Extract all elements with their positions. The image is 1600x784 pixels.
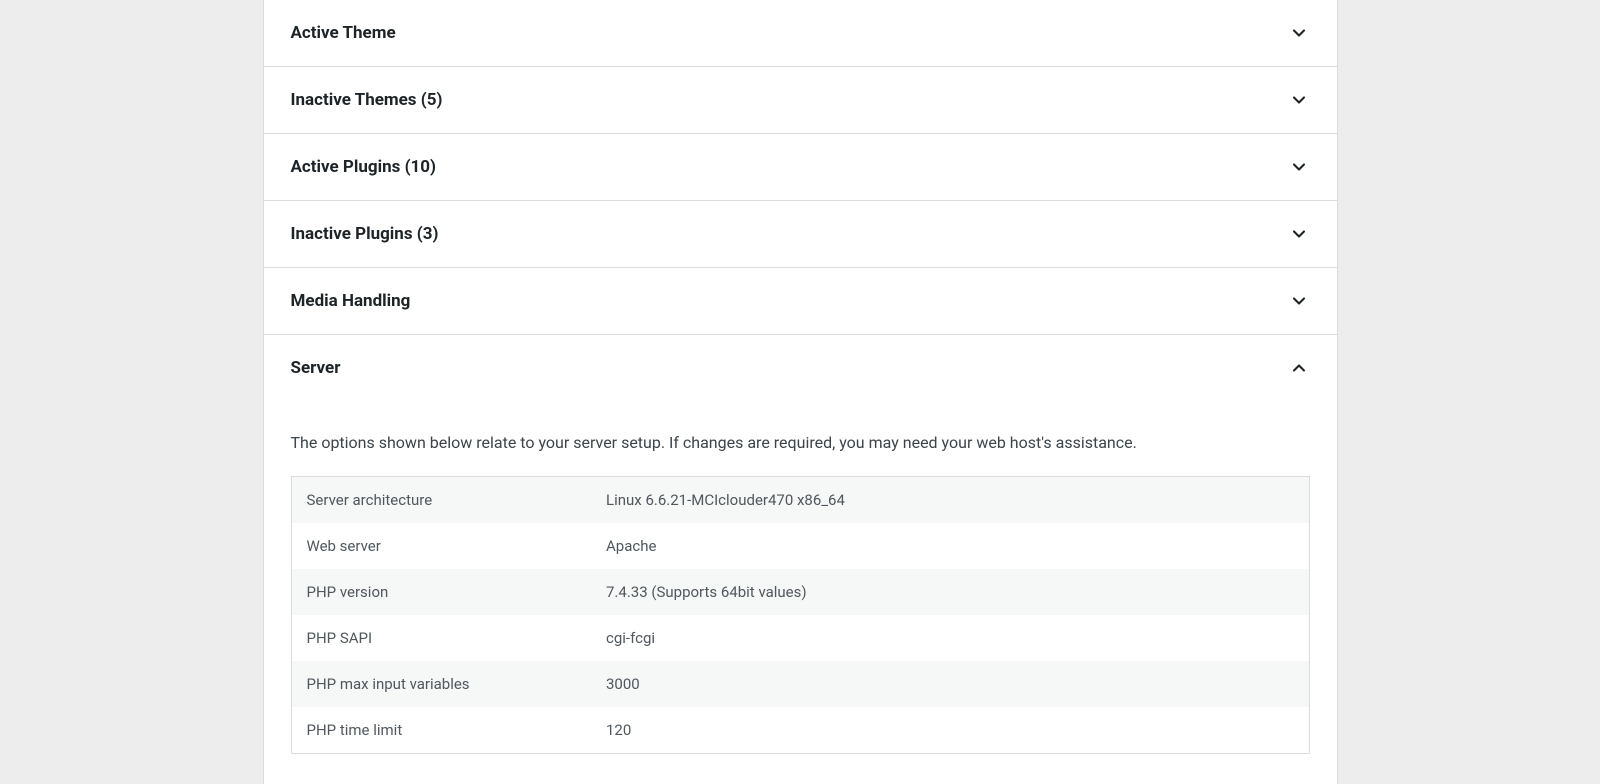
table-row: Web serverApache [291,523,1309,569]
chevron-down-icon [1288,22,1310,44]
info-label: PHP SAPI [291,615,591,661]
panel-title: Inactive Plugins (3) [291,224,439,244]
info-label: PHP max input variables [291,661,591,707]
table-row: PHP max input variables3000 [291,661,1309,707]
info-label: PHP time limit [291,707,591,754]
info-label: PHP version [291,569,591,615]
panel-description: The options shown below relate to your s… [291,401,1310,476]
chevron-down-icon [1288,290,1310,312]
info-value: 3000 [591,661,1309,707]
chevron-down-icon [1288,89,1310,111]
site-health-info-list: Active Theme Inactive Themes (5) Active … [263,0,1338,784]
panel-server-body: The options shown below relate to your s… [264,401,1337,784]
panel-inactive-themes-header[interactable]: Inactive Themes (5) [264,67,1337,134]
chevron-down-icon [1288,223,1310,245]
panel-active-plugins-header[interactable]: Active Plugins (10) [264,134,1337,201]
panel-title: Active Plugins (10) [291,157,437,177]
info-value: 7.4.33 (Supports 64bit values) [591,569,1309,615]
info-label: Server architecture [291,477,591,524]
info-label: Web server [291,523,591,569]
info-value: Apache [591,523,1309,569]
table-row: Server architectureLinux 6.6.21-MCIcloud… [291,477,1309,524]
chevron-up-icon [1288,357,1310,379]
info-value: 120 [591,707,1309,754]
panel-title: Active Theme [291,23,396,43]
chevron-down-icon [1288,156,1310,178]
panel-server-header[interactable]: Server [264,335,1337,401]
panel-media-handling-header[interactable]: Media Handling [264,268,1337,335]
info-value: Linux 6.6.21-MCIclouder470 x86_64 [591,477,1309,524]
server-info-table: Server architectureLinux 6.6.21-MCIcloud… [291,476,1310,754]
panel-title: Inactive Themes (5) [291,90,443,110]
info-value: cgi-fcgi [591,615,1309,661]
panel-active-theme-header[interactable]: Active Theme [264,0,1337,67]
table-row: PHP time limit120 [291,707,1309,754]
panel-title: Media Handling [291,291,411,311]
panel-title: Server [291,358,341,378]
panel-inactive-plugins-header[interactable]: Inactive Plugins (3) [264,201,1337,268]
table-row: PHP SAPIcgi-fcgi [291,615,1309,661]
table-row: PHP version7.4.33 (Supports 64bit values… [291,569,1309,615]
